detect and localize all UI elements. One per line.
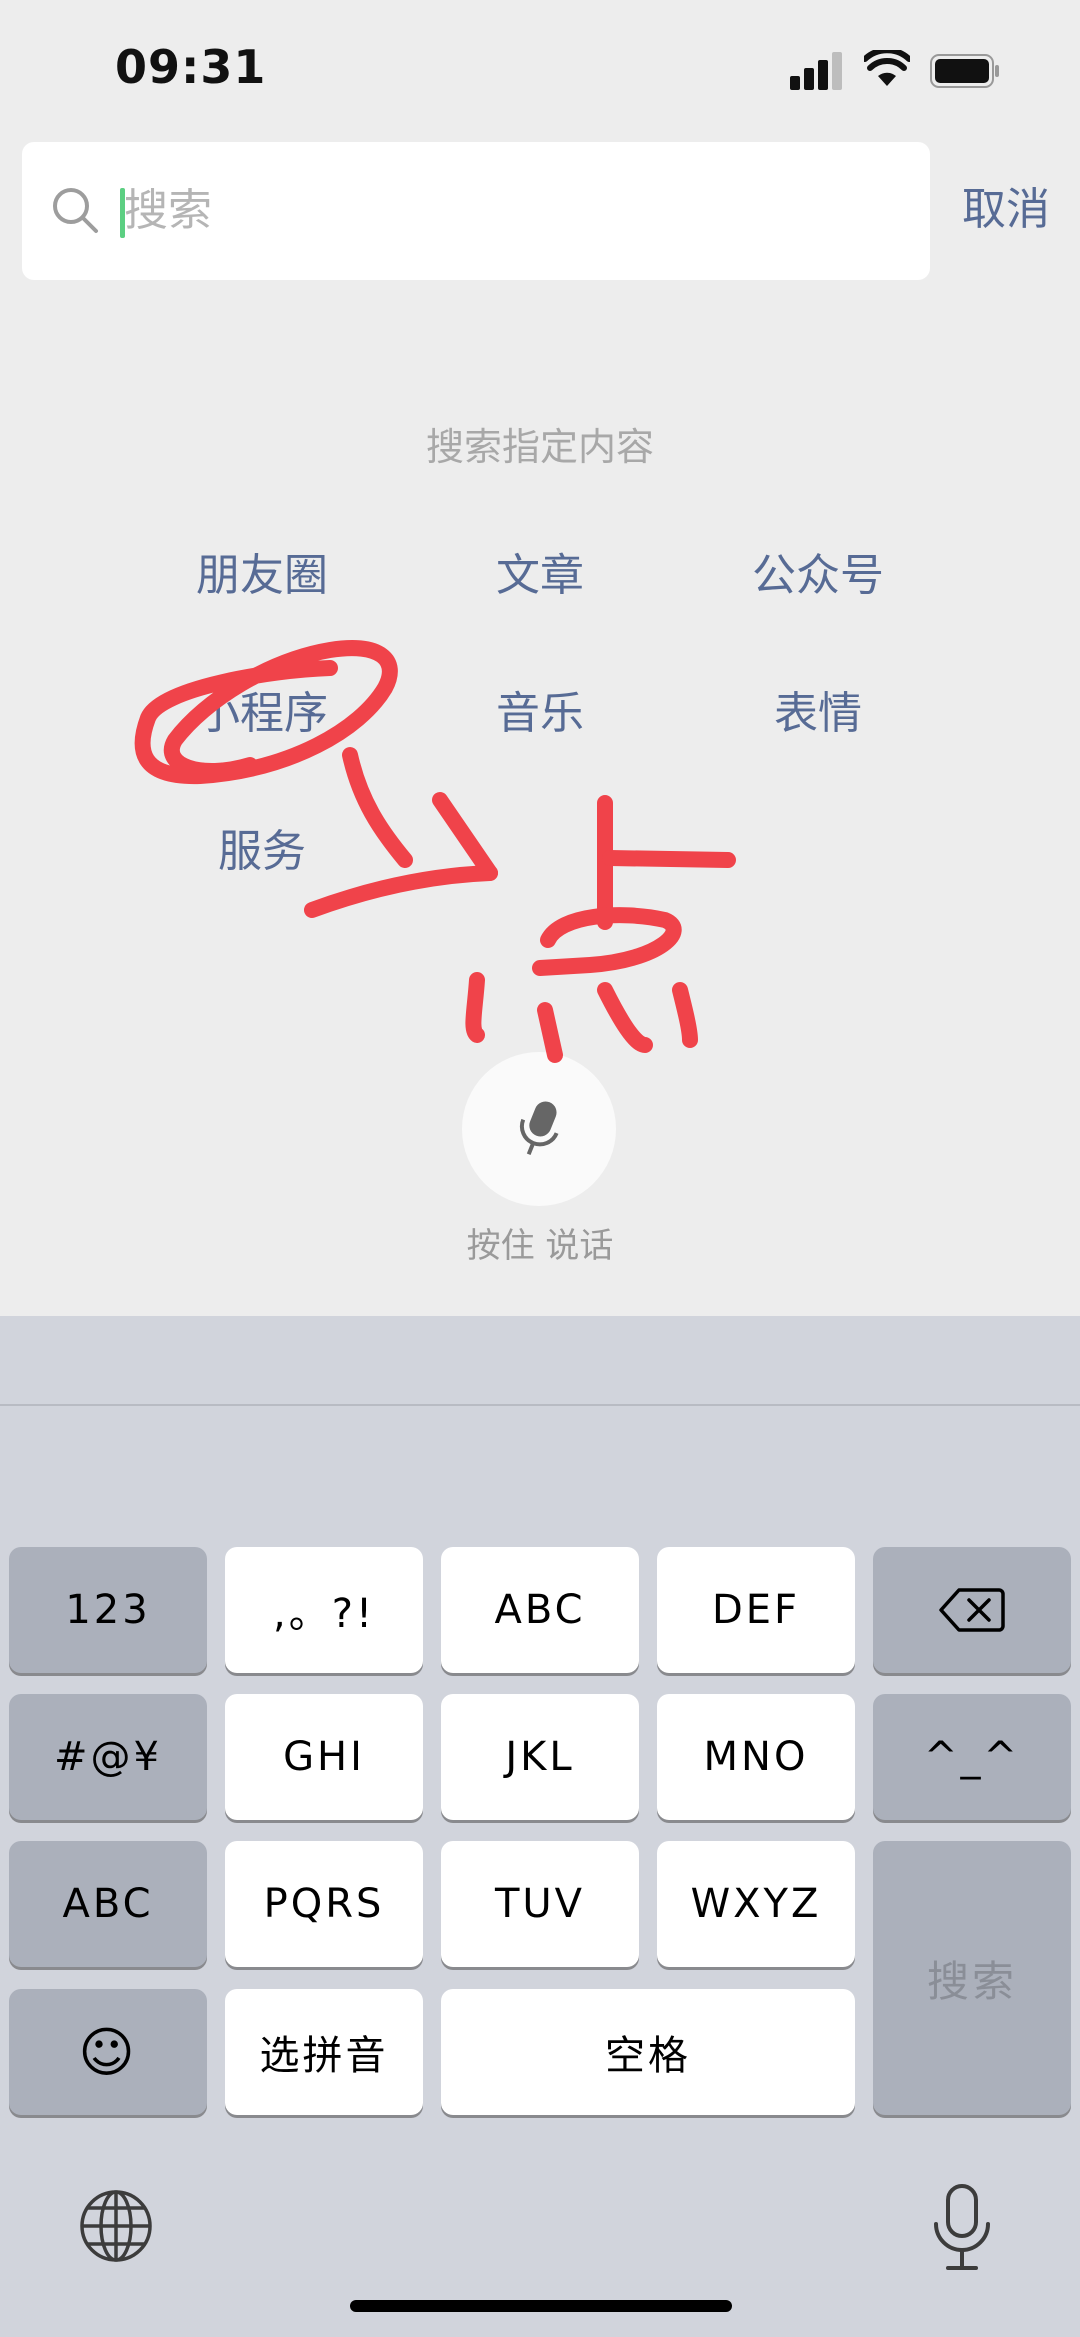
search-input[interactable]: 搜索 [124, 186, 212, 236]
wifi-icon [864, 50, 910, 86]
key-pqrs[interactable]: PQRS [225, 1841, 423, 1967]
annotation-arrow-head [432, 792, 498, 881]
key-abc-switch[interactable]: ABC [9, 1841, 207, 1967]
category-music[interactable]: 音乐 [390, 686, 690, 742]
keyboard-divider [0, 1404, 1080, 1406]
globe-icon[interactable] [78, 2188, 154, 2264]
category-mini-programs[interactable]: 小程序 [112, 686, 412, 742]
dictation-mic-icon[interactable] [930, 2182, 994, 2272]
key-wxyz[interactable]: WXYZ [657, 1841, 855, 1967]
key-mno[interactable]: MNO [657, 1694, 855, 1820]
key-search[interactable]: 搜索 [873, 1841, 1071, 2115]
key-ghi[interactable]: GHI [225, 1694, 423, 1820]
search-icon [53, 188, 98, 233]
annotation-dot-4 [672, 982, 698, 1048]
key-select-pinyin[interactable]: 选拼音 [225, 1989, 423, 2115]
category-services[interactable]: 服务 [112, 824, 412, 880]
key-123[interactable]: 123 [9, 1547, 207, 1673]
section-title: 搜索指定内容 [425, 425, 654, 469]
emoji-icon: ☺ [78, 2020, 138, 2084]
key-tuv[interactable]: TUV [441, 1841, 639, 1967]
keyboard [0, 1316, 1080, 2337]
annotation-char-horizontal [602, 850, 736, 868]
key-space[interactable]: 空格 [441, 1989, 855, 2115]
key-jkl[interactable]: JKL [441, 1694, 639, 1820]
category-moments[interactable]: 朋友圈 [112, 548, 412, 604]
category-official-accounts[interactable]: 公众号 [668, 548, 968, 604]
category-stickers[interactable]: 表情 [668, 686, 968, 742]
voice-input-button[interactable] [462, 1052, 616, 1206]
backspace-icon [939, 1588, 1005, 1632]
annotation-char-box [532, 907, 682, 976]
key-punctuation[interactable]: ,。?! [225, 1547, 423, 1673]
battery-icon [930, 54, 999, 88]
backspace-key[interactable] [873, 1547, 1071, 1673]
annotation-dot-1 [465, 972, 485, 1043]
key-symbols[interactable]: #@¥ [9, 1694, 207, 1820]
category-articles[interactable]: 文章 [390, 548, 690, 604]
key-def[interactable]: DEF [657, 1547, 855, 1673]
key-kaomoji[interactable]: ^_^ [873, 1694, 1071, 1820]
microphone-icon [519, 1101, 559, 1155]
cellular-signal-icon [790, 52, 846, 90]
status-time: 09:31 [115, 40, 267, 94]
annotation-dot-3 [597, 982, 653, 1053]
cancel-button[interactable]: 取消 [962, 184, 1050, 236]
annotation-dot-2 [537, 1002, 563, 1063]
voice-hint-label: 按住 说话 [466, 1226, 614, 1266]
key-emoji[interactable]: ☺ [9, 1989, 207, 2115]
home-indicator [350, 2300, 732, 2312]
key-abc[interactable]: ABC [441, 1547, 639, 1673]
